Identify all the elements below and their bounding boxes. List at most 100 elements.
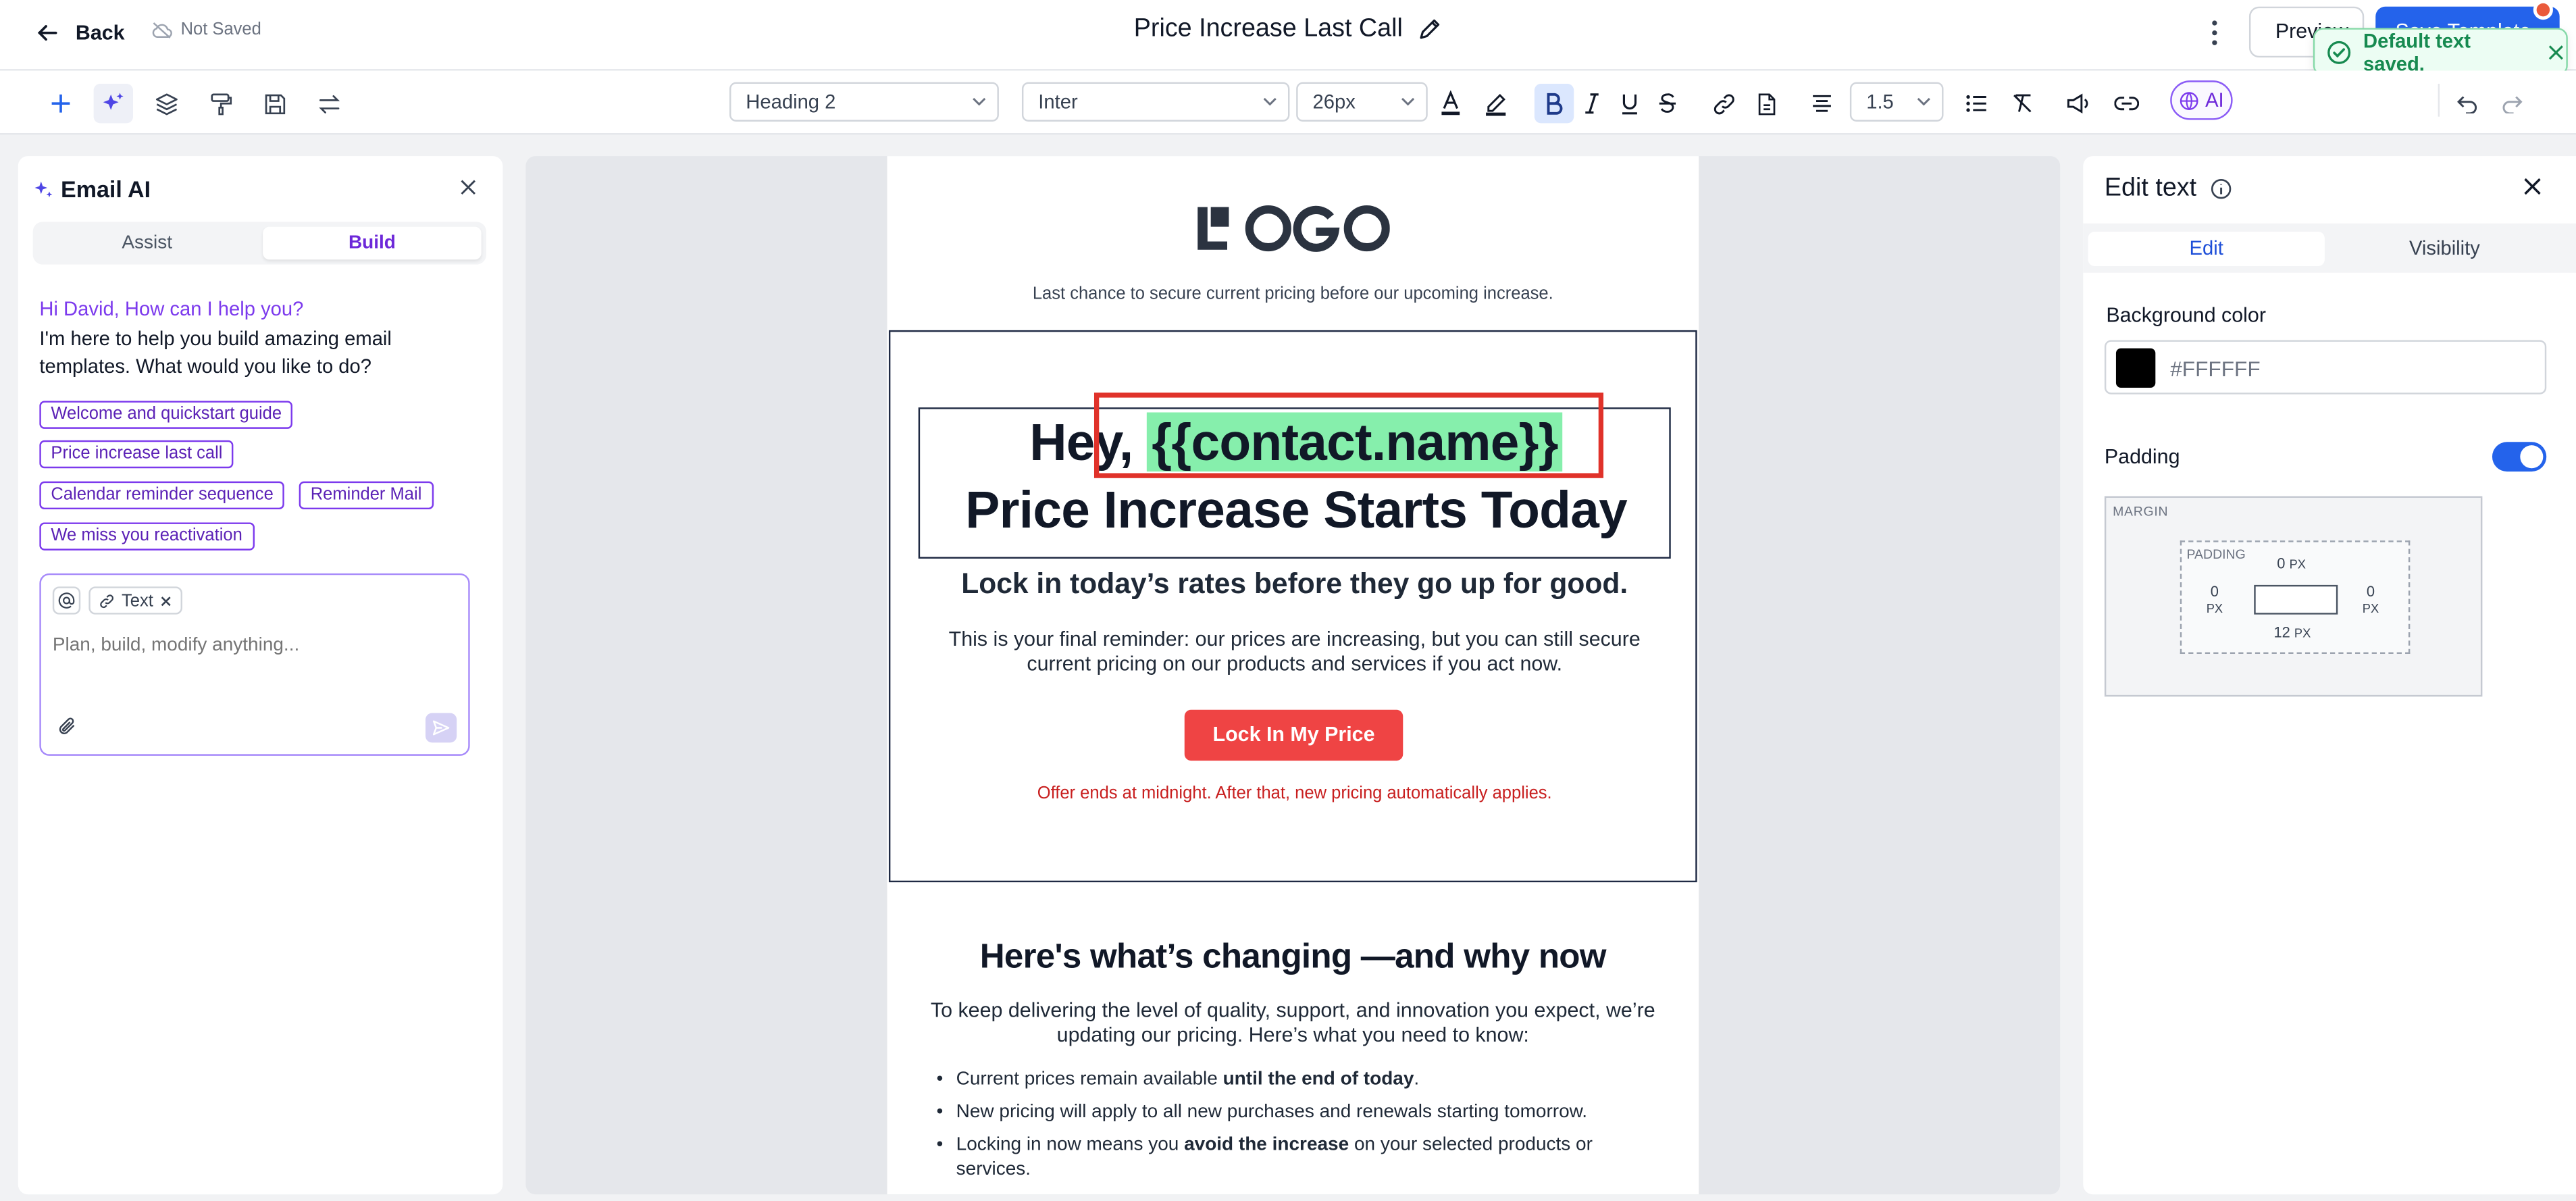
merge-link-icon[interactable] — [2106, 84, 2145, 123]
paint-roller-icon[interactable] — [201, 84, 240, 123]
font-family-select[interactable]: Inter — [1021, 82, 1290, 122]
panel-tabs: Edit Visibility — [2083, 223, 2576, 273]
margin-label: MARGIN — [2113, 504, 2169, 519]
at-sign-icon — [58, 592, 75, 609]
background-color-label: Background color — [2106, 303, 2266, 328]
edit-text-panel: Edit text Edit Visibility Background col… — [2083, 156, 2576, 1195]
greeting-text: Hi David, How can I help you? — [39, 297, 304, 321]
underline-icon[interactable] — [1610, 84, 1649, 123]
document-title-text: Price Increase Last Call — [1133, 14, 1403, 43]
tab-build[interactable]: Build — [263, 226, 482, 260]
suggestion-chip[interactable]: We miss you reactivation — [39, 522, 254, 551]
layers-icon[interactable] — [146, 84, 185, 123]
document-title: Price Increase Last Call — [0, 15, 2576, 45]
close-icon[interactable] — [2522, 176, 2544, 197]
padding-toggle[interactable] — [2492, 442, 2547, 472]
section-title[interactable]: Here's what’s changing —and why now — [887, 938, 1699, 977]
document-icon[interactable] — [1747, 84, 1786, 123]
email-ai-panel: Email AI Assist Build Hi David, How can … — [18, 156, 503, 1195]
bullet-list-icon[interactable] — [1957, 84, 1996, 123]
ai-sparkle-icon — [34, 180, 53, 197]
info-icon[interactable] — [2210, 178, 2233, 201]
check-circle-icon — [2327, 40, 2351, 63]
block-style-value: Heading 2 — [746, 90, 836, 113]
bold-icon[interactable] — [1534, 84, 1574, 124]
prompt-input[interactable] — [52, 636, 447, 656]
send-button[interactable] — [425, 713, 457, 743]
link-icon[interactable] — [1703, 84, 1743, 123]
logo[interactable] — [1196, 204, 1390, 253]
bullet-list[interactable]: Current prices remain available until th… — [933, 1068, 1624, 1190]
suggestion-chip[interactable]: Welcome and quickstart guide — [39, 401, 294, 429]
chevron-down-icon — [1401, 97, 1415, 106]
line-height-select[interactable]: 1.5 — [1849, 82, 1944, 122]
link-icon — [100, 594, 114, 607]
suggestion-chip[interactable]: Reminder Mail — [299, 481, 434, 510]
block-style-select[interactable]: Heading 2 — [729, 82, 999, 122]
align-center-icon[interactable] — [1802, 84, 1841, 123]
font-family-value: Inter — [1038, 90, 1078, 113]
list-item: Current prices remain available until th… — [933, 1068, 1624, 1092]
list-item-bold: avoid the increase — [1184, 1135, 1349, 1155]
padding-top-value[interactable]: 0 PX — [2277, 555, 2306, 573]
padding-box: PADDING 0 PX 0 PX 0 PX 12 PX — [2180, 540, 2411, 655]
email-tagline[interactable]: Last chance to secure current pricing be… — [887, 284, 1699, 304]
top-bar: Back Not Saved Price Increase Last Call … — [0, 0, 2576, 71]
toast-notification: Default text saved. — [2313, 28, 2568, 76]
list-item-text: Locking in now means you — [956, 1135, 1185, 1155]
email-canvas: Last chance to secure current pricing be… — [525, 156, 2061, 1195]
tab-edit[interactable]: Edit — [2088, 231, 2325, 267]
send-icon — [432, 720, 450, 736]
padding-bottom-value[interactable]: 12 PX — [2273, 624, 2311, 642]
padding-right-value[interactable]: 0 PX — [2363, 583, 2379, 617]
email-preview: Last chance to secure current pricing be… — [887, 156, 1699, 1195]
cta-button[interactable]: Lock In My Price — [1184, 709, 1403, 761]
prompt-composer: Text — [39, 573, 470, 756]
chevron-down-icon — [1263, 97, 1277, 106]
padding-top-number: 0 — [2277, 555, 2286, 572]
logo-image — [1197, 205, 1390, 252]
unit-label: PX — [2294, 625, 2311, 641]
highlight-color-icon[interactable] — [1475, 84, 1514, 123]
announcement-icon[interactable] — [2057, 84, 2096, 123]
highlight-annotation — [1093, 392, 1604, 478]
list-item: Locking in now means you avoid the incre… — [933, 1133, 1624, 1181]
ai-sparkle-icon[interactable] — [93, 84, 134, 124]
pencil-icon[interactable] — [1416, 16, 1442, 43]
swap-icon[interactable] — [309, 84, 348, 123]
hero-subheading[interactable]: Lock in today’s rates before they go up … — [890, 567, 1699, 601]
ai-button[interactable]: AI — [2170, 80, 2233, 120]
undo-icon[interactable] — [2448, 84, 2487, 123]
plus-icon[interactable] — [41, 84, 80, 123]
suggestion-chip[interactable]: Price increase last call — [39, 440, 234, 469]
background-color-field[interactable]: #FFFFFF — [2104, 340, 2547, 394]
italic-icon[interactable] — [1572, 84, 1612, 123]
more-options-icon[interactable] — [2203, 18, 2226, 48]
offer-note[interactable]: Offer ends at midnight. After that, new … — [890, 784, 1699, 803]
padding-left-value[interactable]: 0 PX — [2207, 583, 2223, 617]
padding-label: Padding — [2104, 445, 2180, 469]
save-icon[interactable] — [255, 84, 294, 123]
hero-heading-line2[interactable]: Price Increase Starts Today — [920, 480, 1672, 540]
close-icon[interactable] — [2547, 42, 2566, 61]
section-body-text[interactable]: To keep delivering the level of quality,… — [923, 999, 1663, 1048]
font-size-select[interactable]: 26px — [1296, 82, 1428, 122]
close-icon[interactable] — [160, 594, 173, 607]
mention-button[interactable] — [52, 586, 81, 615]
suggestion-chip[interactable]: Calendar reminder sequence — [39, 481, 285, 510]
strikethrough-icon[interactable] — [1648, 84, 1687, 123]
context-chip[interactable]: Text — [88, 586, 183, 615]
clear-format-icon[interactable] — [2003, 84, 2042, 123]
tab-visibility[interactable]: Visibility — [2326, 232, 2562, 266]
redo-icon[interactable] — [2492, 84, 2531, 123]
close-icon[interactable] — [459, 178, 478, 197]
ai-button-label: AI — [2205, 88, 2224, 112]
tab-assist[interactable]: Assist — [38, 227, 257, 260]
hero-body-text[interactable]: This is your final reminder: our prices … — [930, 628, 1659, 677]
unit-label: PX — [2206, 601, 2223, 617]
color-swatch[interactable] — [2115, 348, 2156, 388]
text-color-icon[interactable] — [1431, 84, 1470, 123]
background-color-value[interactable]: #FFFFFF — [2170, 357, 2261, 381]
hero-section[interactable]: Hey, {{contact.name}} Price Increase Sta… — [888, 330, 1699, 883]
paperclip-icon[interactable] — [57, 716, 77, 736]
